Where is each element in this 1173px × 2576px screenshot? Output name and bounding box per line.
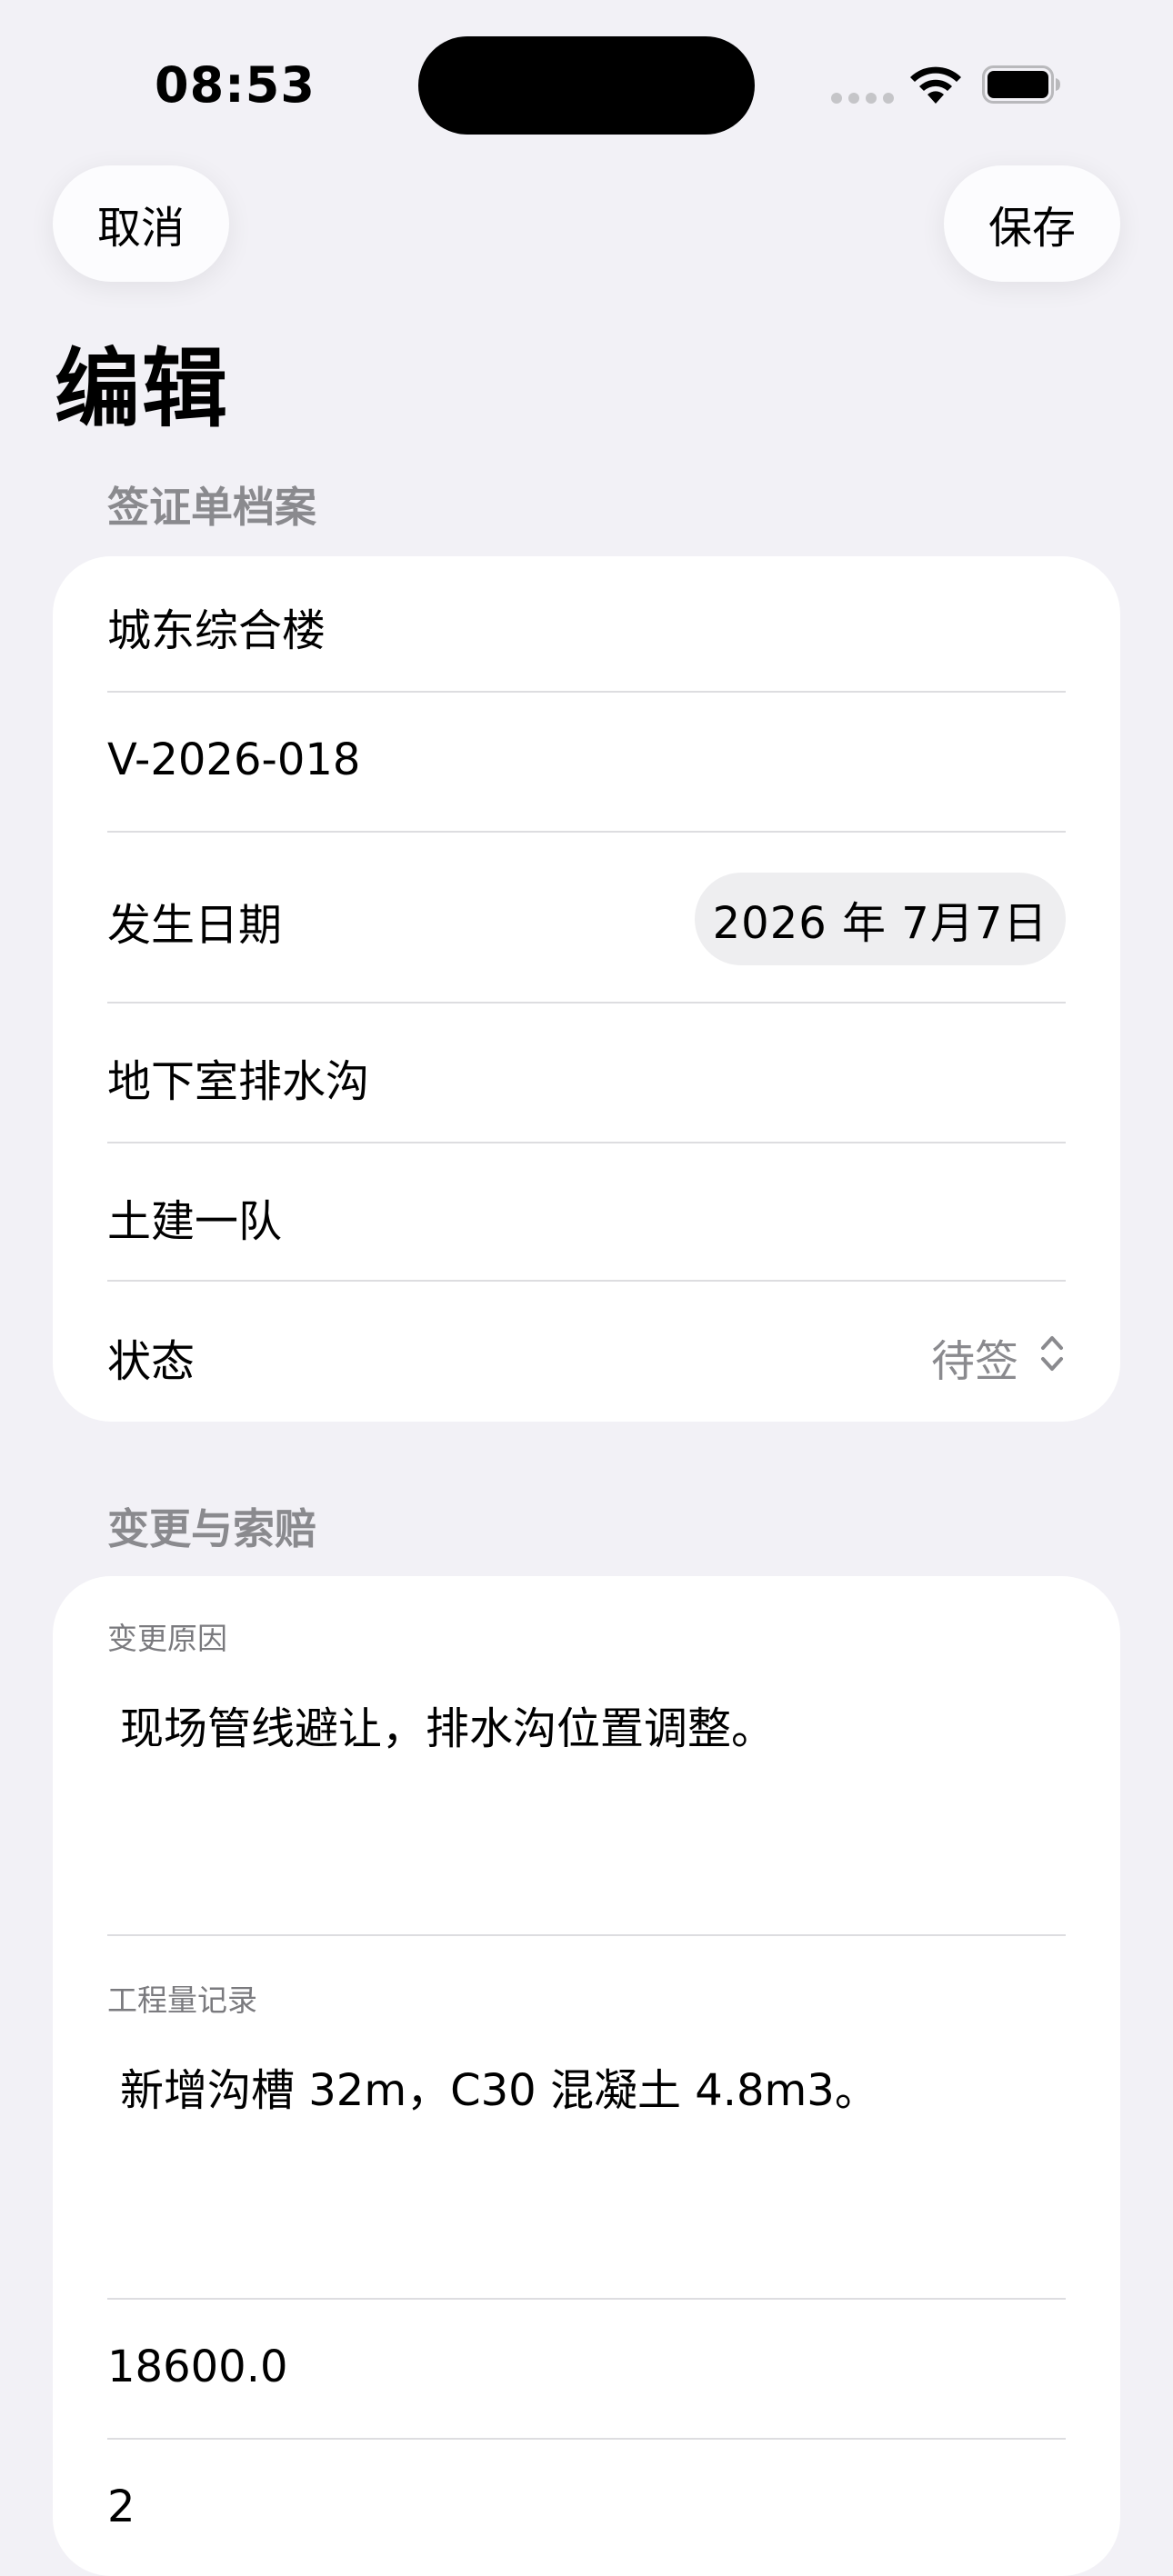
team-field[interactable]: 土建一队 <box>107 1185 1120 1249</box>
archive-card: 城东综合楼 V-2026-018 发生日期 2026 年 7月7日 地下室排水沟… <box>53 556 1120 1422</box>
save-button[interactable]: 保存 <box>944 165 1120 282</box>
amount-field[interactable]: 18600.0 <box>107 2341 1120 2392</box>
divider <box>107 831 1066 833</box>
battery-icon <box>982 65 1060 104</box>
divider <box>107 1934 1066 1936</box>
visa-number-field[interactable]: V-2026-018 <box>107 734 1120 785</box>
reason-label: 变更原因 <box>107 1621 227 1656</box>
status-picker[interactable]: 待签 <box>931 1316 1068 1387</box>
location-field[interactable]: 地下室排水沟 <box>107 1045 1120 1109</box>
status-bar: 08:53 <box>0 0 1173 173</box>
date-picker-button[interactable]: 2026 年 7月7日 <box>695 873 1066 965</box>
page-title: 编辑 <box>55 340 230 439</box>
status-value: 待签 <box>931 1336 1019 1387</box>
quantity-text-area[interactable]: 新增沟槽 32m，C30 混凝土 4.8m3。 <box>120 2054 878 2118</box>
divider <box>107 2438 1066 2440</box>
divider <box>107 2298 1066 2300</box>
reason-text-area[interactable]: 现场管线避让，排水沟位置调整。 <box>120 1692 775 1756</box>
section-header-change: 变更与索赔 <box>107 1504 316 1553</box>
divider <box>107 691 1066 693</box>
chevron-up-down-icon <box>1041 1336 1063 1371</box>
divider <box>107 1142 1066 1143</box>
project-name-field[interactable]: 城东综合楼 <box>107 594 1120 658</box>
status-time: 08:53 <box>155 56 316 114</box>
quantity-label: 工程量记录 <box>107 1982 257 2018</box>
divider <box>107 1280 1066 1282</box>
divider <box>107 1002 1066 1003</box>
wifi-icon <box>910 66 961 104</box>
cancel-button[interactable]: 取消 <box>53 165 229 282</box>
days-field[interactable]: 2 <box>107 2481 1120 2532</box>
date-label: 发生日期 <box>107 900 283 951</box>
section-header-archive: 签证单档案 <box>107 483 316 532</box>
status-label: 状态 <box>107 1336 196 1387</box>
change-card: 变更原因 现场管线避让，排水沟位置调整。 工程量记录 新增沟槽 32m，C30 … <box>53 1576 1120 2576</box>
dynamic-island <box>418 36 755 135</box>
cellular-signal-icon <box>831 93 894 104</box>
